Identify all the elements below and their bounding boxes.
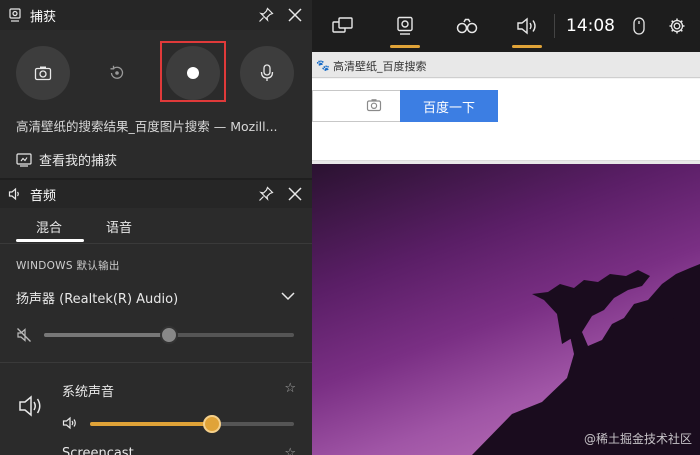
app-speaker-icon — [19, 395, 41, 417]
mouse-icon — [633, 17, 645, 35]
mouse-settings-button[interactable] — [628, 0, 650, 52]
gear-icon — [669, 18, 685, 34]
capture-title-icon — [9, 8, 21, 22]
pin-icon[interactable] — [258, 186, 274, 202]
chevron-down-icon[interactable] — [280, 288, 296, 304]
audio-widget-button[interactable] — [510, 0, 544, 52]
clock: 14:08 — [566, 16, 615, 36]
binoculars-icon — [456, 18, 478, 34]
app-volume-fill — [90, 422, 213, 426]
close-icon[interactable] — [286, 6, 304, 24]
record-last-icon — [110, 65, 124, 79]
capture-title: 捕获 — [30, 9, 57, 25]
master-volume-slider[interactable] — [44, 326, 294, 344]
browser-tab[interactable]: 🐾 高清壁纸_百度搜索 — [316, 58, 427, 74]
search-input[interactable] — [312, 90, 400, 122]
show-captures-label: 查看我的捕获 — [39, 154, 118, 169]
gamebar-divider — [554, 14, 555, 38]
microphone-icon — [260, 64, 274, 81]
widget-menu-button[interactable] — [326, 0, 360, 52]
camera-search-icon[interactable] — [366, 97, 382, 113]
active-tab-indicator — [16, 239, 84, 242]
capture-widget-button[interactable] — [388, 0, 422, 52]
output-device-select[interactable]: 扬声器 (Realtek(R) Audio) — [16, 288, 178, 307]
speaker-icon — [517, 17, 536, 35]
game-bar: 14:08 — [312, 0, 700, 52]
record-highlight-box — [160, 41, 226, 102]
tree-silhouette — [472, 264, 700, 455]
camera-icon — [34, 66, 52, 81]
search-button[interactable]: 百度一下 — [400, 90, 498, 122]
tabs-divider — [0, 243, 312, 244]
browser-window: 🐾 高清壁纸_百度搜索 百度一下 @稀土掘金技术社区 — [312, 0, 700, 455]
tab-mix[interactable]: 混合 — [36, 217, 62, 236]
app-name-next: Screencast — [62, 446, 134, 455]
wallpaper-image: @稀土掘金技术社区 — [312, 164, 700, 455]
master-volume-thumb[interactable] — [160, 326, 178, 344]
capture-icon — [397, 16, 413, 35]
audio-title-bar: 音频 — [0, 180, 312, 208]
master-volume-fill — [44, 333, 169, 337]
browser-tab-title: 高清壁纸_百度搜索 — [333, 60, 427, 73]
browser-tab-bar: 🐾 高清壁纸_百度搜索 — [312, 52, 700, 78]
app-volume-slider[interactable] — [90, 415, 294, 433]
tab-voice[interactable]: 语音 — [106, 217, 132, 236]
record-last-button[interactable] — [90, 46, 144, 100]
baidu-paw-icon: 🐾 — [316, 59, 330, 72]
favorite-star-icon[interactable]: ☆ — [284, 446, 296, 455]
settings-button[interactable] — [664, 0, 690, 52]
capture-panel: 捕获 高清壁纸的搜索结果_百度图片搜索 — Mozill... 查看我的捕获 — [0, 0, 312, 178]
app-volume-icon[interactable] — [62, 416, 78, 430]
search-row: 百度一下 — [312, 79, 700, 161]
app-volume-thumb[interactable] — [203, 415, 222, 433]
audio-title-icon — [8, 187, 19, 201]
section-divider — [0, 362, 312, 363]
app-name-system-sounds: 系统声音 — [62, 385, 115, 400]
close-icon[interactable] — [286, 185, 304, 203]
capture-target-window: 高清壁纸的搜索结果_百度图片搜索 — Mozill... — [16, 119, 278, 134]
audio-title: 音频 — [30, 188, 57, 204]
microphone-button[interactable] — [240, 46, 294, 100]
screenshot-button[interactable] — [16, 46, 70, 100]
gallery-icon — [16, 152, 32, 167]
favorite-star-icon[interactable]: ☆ — [284, 381, 296, 396]
watermark: @稀土掘金技术社区 — [583, 432, 692, 446]
audio-panel: 音频 混合 语音 WINDOWS 默认输出 扬声器 (Realtek(R) Au… — [0, 180, 312, 455]
speaker-muted-icon[interactable] — [16, 327, 32, 343]
widget-menu-icon — [332, 17, 353, 33]
pin-icon[interactable] — [258, 7, 274, 23]
show-captures-link[interactable]: 查看我的捕获 — [16, 150, 117, 169]
default-output-label: WINDOWS 默认输出 — [16, 260, 120, 272]
capture-title-bar: 捕获 — [0, 0, 312, 30]
performance-widget-button[interactable] — [450, 0, 484, 52]
